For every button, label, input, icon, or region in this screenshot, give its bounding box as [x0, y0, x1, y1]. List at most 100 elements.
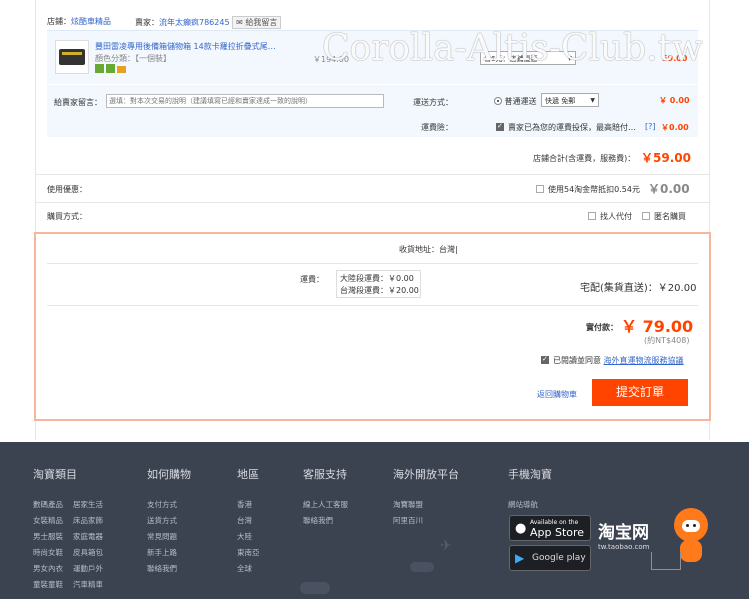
shipping-radio-label: 普通運送	[504, 97, 537, 106]
footer-link[interactable]: 常見問題	[147, 531, 177, 542]
footer-link[interactable]: 數碼產品	[33, 499, 63, 510]
footer-link[interactable]: 皮具箱包	[73, 547, 103, 558]
message-label: 給賣家留言：	[54, 98, 102, 107]
submit-order-button[interactable]: 提交訂單	[592, 379, 688, 406]
coin-discount-checkbox[interactable]	[536, 185, 544, 193]
footer-col-title: 地區	[237, 468, 259, 481]
app-store-button[interactable]: ● Available on the App Store	[509, 515, 591, 541]
footer-link[interactable]: 男士服裝	[33, 531, 63, 542]
shipping-radio[interactable]: 普通運送	[494, 96, 537, 107]
footer-link[interactable]: 阿里百川	[393, 515, 423, 526]
store-total-label: 店鋪合計(含運費，服務費)：	[533, 154, 636, 163]
anonymous-text: 匿名購買	[654, 212, 686, 221]
google-play-button[interactable]: ▶ Google play	[509, 545, 591, 571]
footer-col-title: 手機淘寶	[508, 468, 552, 481]
footer-link[interactable]: 線上人工客服	[303, 499, 348, 510]
product-thumbnail[interactable]	[55, 40, 89, 74]
footer-link[interactable]: 支付方式	[147, 499, 177, 510]
footer-link[interactable]: 網站導航	[508, 499, 538, 510]
mainland-freight: 大陸段運費：￥0.00	[340, 274, 414, 283]
footer-link[interactable]: 童裝童鞋	[33, 579, 63, 590]
anonymous-checkbox[interactable]	[642, 212, 650, 220]
product-title-link[interactable]: 豐田雷凌專用後備箱儲物箱 14款卡羅拉折疊式尾…	[95, 41, 276, 52]
shield-icon	[95, 64, 104, 73]
delivery-fee: 宅配(集貨直送)：￥20.00	[580, 283, 697, 294]
insurance-checkbox[interactable]	[496, 122, 504, 131]
site-footer: 淘寶類目 如何購物 地區 客服支持 海外開放平台 手機淘寶 數碼產品 居家生活 …	[0, 442, 749, 599]
footer-link[interactable]: 淘寶聯盟	[393, 499, 423, 510]
footer-link[interactable]: 大陸	[237, 531, 252, 542]
footer-link[interactable]: 汽車精車	[73, 579, 103, 590]
app-store-label: App Store	[530, 526, 585, 539]
discount-option: 使用54淘金幣抵扣0.54元	[536, 184, 640, 195]
footer-col-title: 如何購物	[147, 468, 191, 481]
shop-name-link[interactable]: 炫酷車精品	[71, 17, 111, 26]
seller-name-link[interactable]: 流年太癲疯786245	[159, 18, 230, 27]
app-store-small: Available on the	[530, 519, 579, 526]
seller-info: 賣家：流年太癲疯786245 ✉ 給我留言	[135, 16, 282, 29]
pay-by-other-checkbox[interactable]	[588, 212, 596, 220]
chat-icon: ✉	[236, 18, 243, 27]
plane-decoration: ✈	[440, 538, 452, 554]
discount-price: ￥0.00	[648, 182, 690, 196]
footer-link[interactable]: 全球	[237, 563, 252, 574]
footer-col-title: 海外開放平台	[393, 468, 459, 481]
shipping-price: ￥ 0.00	[659, 96, 690, 105]
footer-link[interactable]: 時尚女鞋	[33, 547, 63, 558]
footer-link[interactable]: 男女內衣	[33, 563, 63, 574]
cart-icon	[651, 552, 681, 570]
cloud-decoration	[410, 562, 434, 572]
footer-link[interactable]: 運動戶外	[73, 563, 103, 574]
footer-col-title: 客服支持	[303, 468, 347, 481]
footer-link[interactable]: 居家生活	[73, 499, 103, 510]
store-total-value: ￥59.00	[641, 151, 691, 165]
purchase-mode-label: 購買方式：	[47, 212, 87, 221]
seller-label: 賣家：	[135, 18, 159, 27]
shipping-select-value: 快遞 免郵	[545, 97, 576, 105]
pay-by-other-text: 找人代付	[600, 212, 632, 221]
agree-text: 已閱讀並同意	[553, 356, 601, 365]
summary-divider	[47, 305, 698, 306]
seven-day-icon	[106, 64, 115, 73]
product-variant: 顏色分類：【一個裝】	[95, 54, 171, 63]
pay-by-other-option: 找人代付	[588, 211, 632, 222]
footer-link[interactable]: 聯絡我們	[303, 515, 333, 526]
message-seller-button[interactable]: ✉ 給我留言	[232, 16, 282, 29]
insurance-help-link[interactable]: [?]	[645, 122, 656, 131]
message-input[interactable]	[106, 94, 384, 108]
footer-link[interactable]: 床品家飾	[73, 515, 103, 526]
message-button-label: 給我留言	[245, 18, 278, 27]
footer-link[interactable]: 台灣	[237, 515, 252, 526]
taiwan-freight: 台灣段運費：￥20.00	[340, 286, 419, 295]
footer-link[interactable]: 家庭電器	[73, 531, 103, 542]
pay-total: ￥ 79.00	[621, 317, 694, 336]
agreement-link[interactable]: 海外直運物流服務協議	[604, 356, 684, 365]
shop-header: 店鋪：炫酷車精品	[47, 16, 111, 27]
shipping-select[interactable]: 快遞 免郵 ▼	[541, 93, 599, 107]
pay-ntd: (約NT$408)	[644, 336, 690, 345]
shipping-label: 運送方式：	[413, 98, 453, 107]
footer-link[interactable]: 聯絡我們	[147, 563, 177, 574]
footer-col-title: 淘寶類目	[33, 468, 77, 481]
discount-label: 使用優惠：	[47, 185, 87, 194]
footer-link[interactable]: 東南亞	[237, 547, 260, 558]
agree-checkbox[interactable]	[541, 355, 549, 364]
discount-option-text: 使用54淘金幣抵扣0.54元	[548, 185, 640, 194]
insurance-label: 運費險：	[421, 123, 453, 132]
footer-link[interactable]: 女裝精品	[33, 515, 63, 526]
play-icon: ▶	[515, 551, 525, 565]
anonymous-option: 匿名購買	[642, 211, 686, 222]
insurance-option: 賣家已為您的運費投保，最高賠付…	[496, 122, 636, 133]
taobao-logo: 淘宝网 tw.taobao.com	[598, 518, 649, 551]
google-play-label: Google play	[532, 553, 586, 563]
insurance-price: ￥0.00	[661, 123, 689, 132]
footer-link[interactable]: 送貨方式	[147, 515, 177, 526]
taobao-logo-text: 淘宝网	[598, 523, 649, 543]
footer-link[interactable]: 香港	[237, 499, 252, 510]
watermark: Corolla-Altis-Club.tw	[322, 28, 703, 69]
freight-label: 運費：	[300, 275, 324, 284]
back-to-cart-link[interactable]: 返回購物車	[537, 389, 577, 400]
divider	[35, 202, 709, 203]
cloud-decoration	[300, 582, 330, 594]
footer-link[interactable]: 新手上路	[147, 547, 177, 558]
